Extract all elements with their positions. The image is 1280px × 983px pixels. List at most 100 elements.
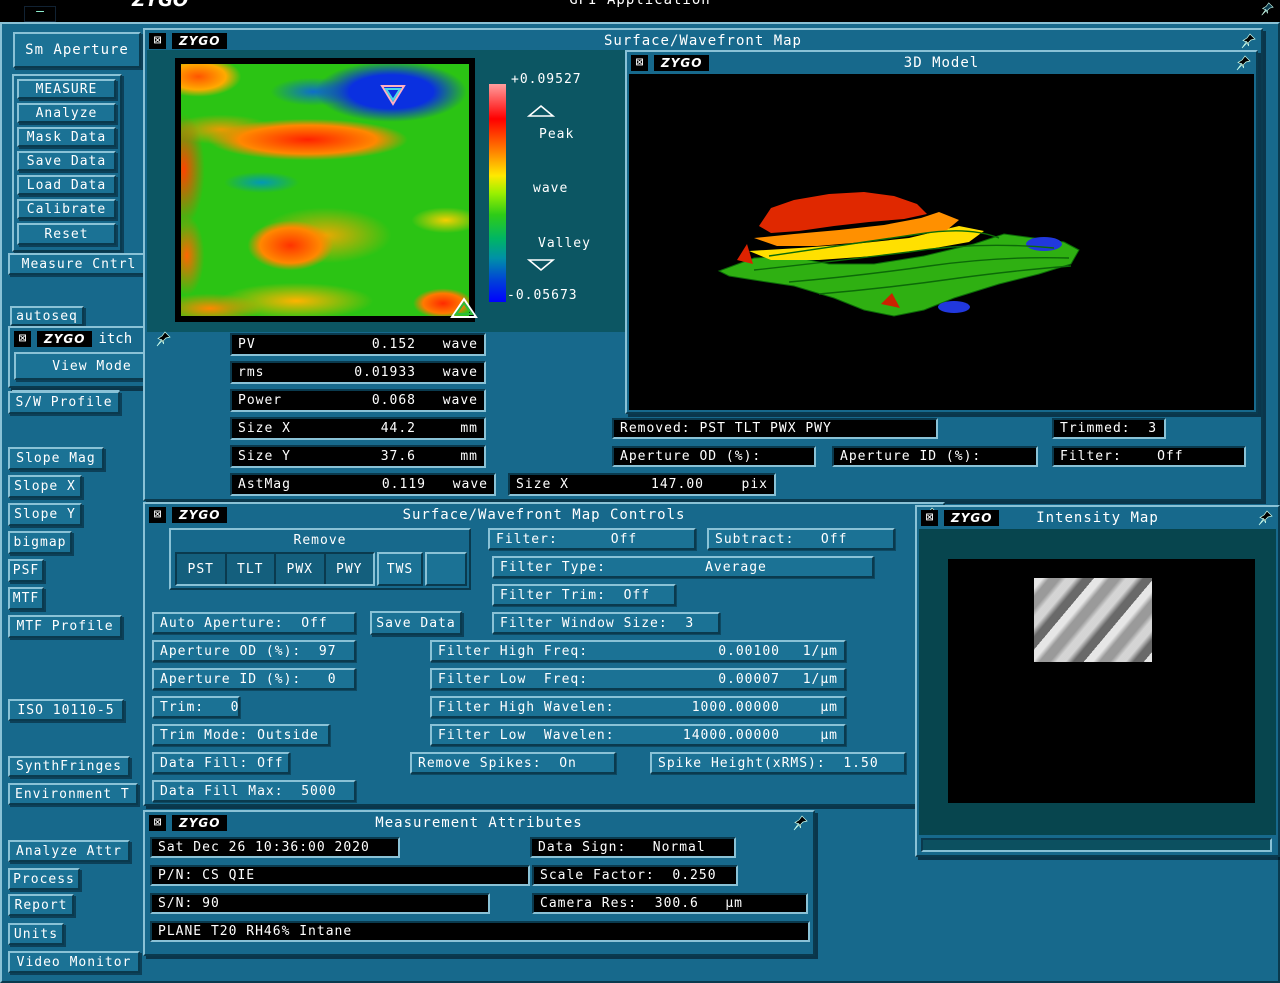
save-data-button[interactable]: Save Data [370, 611, 462, 635]
pin-icon[interactable] [792, 815, 808, 831]
measure-cntrl-button[interactable]: Measure Cntrl [8, 253, 150, 275]
close-icon[interactable]: ⊠ [149, 507, 166, 523]
data-fill-toggle[interactable]: Data Fill: Off [152, 752, 290, 774]
trim-input[interactable]: Trim: 0 [152, 696, 240, 718]
sidebar-item-process[interactable]: Process [8, 868, 80, 890]
remove-group-label: Remove [171, 530, 469, 552]
stitch-title: itch [98, 331, 132, 347]
mask-data-button[interactable]: Mask Data [17, 127, 116, 147]
autoseq-button[interactable]: autoseq [10, 306, 84, 326]
surface-map-titlebar[interactable]: ⊠ ZYGO Surface/Wavefront Map [145, 30, 1261, 52]
close-icon[interactable]: ⊠ [149, 815, 166, 831]
remove-pst-button[interactable]: PST [177, 554, 227, 584]
scale-min-label: -0.05673 [507, 288, 578, 303]
intensity-titlebar[interactable]: ⊠ ZYGO Intensity Map [917, 507, 1278, 529]
remove-blank-button[interactable] [425, 552, 467, 586]
zygo-logo: ZYGO [172, 33, 227, 49]
sidebar-item-units[interactable]: Units [8, 923, 64, 945]
pin-icon[interactable] [1235, 55, 1251, 71]
save-data-button[interactable]: Save Data [17, 151, 116, 171]
sidebar-item-analyze-attr[interactable]: Analyze Attr [8, 840, 130, 862]
peak-marker-icon [450, 297, 478, 319]
model3d-window: ⊠ ZYGO 3D Model [625, 50, 1258, 414]
sidebar-item-iso-10110-5[interactable]: ISO 10110-5 [8, 699, 124, 721]
remove-tlt-button[interactable]: TLT [227, 554, 277, 584]
remove-tws-button[interactable]: TWS [377, 552, 423, 586]
filter-high-freq-input[interactable]: Filter High Freq: 0.00100 1/µm [430, 640, 846, 662]
sidebar-item-slope-x[interactable]: Slope X [8, 475, 82, 498]
filter-window-field[interactable]: Filter Window Size: 3 [492, 612, 720, 634]
sidebar-item-synthfringes[interactable]: SynthFringes [8, 756, 130, 777]
filter-trim-toggle[interactable]: Filter Trim: Off [492, 584, 676, 606]
analyze-button[interactable]: Analyze [17, 103, 116, 123]
attributes-titlebar[interactable]: ⊠ ZYGO Measurement Attributes [145, 812, 813, 834]
stat-power: Power 0.068 wave [230, 389, 486, 412]
auto-aperture-toggle[interactable]: Auto Aperture: Off [152, 612, 356, 634]
pin-icon[interactable] [1257, 510, 1273, 526]
reset-button[interactable]: Reset [17, 223, 116, 245]
model3d-titlebar[interactable]: ⊠ ZYGO 3D Model [627, 52, 1256, 74]
color-scale-bar [489, 84, 506, 302]
sidebar-item-psf[interactable]: PSF [8, 559, 44, 582]
calibrate-button[interactable]: Calibrate [17, 199, 116, 219]
close-icon[interactable]: ⊠ [14, 331, 31, 347]
scale-max-label: +0.09527 [511, 72, 582, 87]
data-sign-field[interactable]: Data Sign: Normal [530, 837, 736, 858]
removed-field: Removed: PST TLT PWX PWY [612, 418, 938, 439]
camera-res-field[interactable]: Camera Res: 300.6 µm [532, 893, 808, 914]
sidebar-item-video-monitor[interactable]: Video Monitor [8, 951, 140, 973]
filter-type-field[interactable]: Filter Type: Average [492, 556, 874, 578]
controls-titlebar[interactable]: ⊠ ZYGO Surface/Wavefront Map Controls [145, 504, 943, 526]
aperture-od-input[interactable]: Aperture OD (%): 97 [152, 640, 356, 662]
intensity-bottom-groove [921, 838, 1272, 852]
filter-high-wavelen-input[interactable]: Filter High Wavelen: 1000.00000 µm [430, 696, 846, 718]
app-titlebar[interactable]: — ZYGO GPI Application [0, 0, 1280, 22]
measure-button[interactable]: MEASURE [17, 79, 116, 99]
peak-label: Peak [539, 127, 574, 142]
remove-pwy-button[interactable]: PWY [326, 554, 374, 584]
close-icon[interactable]: ⊠ [631, 55, 648, 71]
pin-icon[interactable] [1260, 2, 1274, 16]
attributes-title: Measurement Attributes [145, 815, 813, 831]
spike-height-input[interactable]: Spike Height(xRMS): 1.50 [650, 752, 906, 774]
trimmed-field: Trimmed: 3 [1052, 418, 1166, 439]
stat-size-y: Size Y 37.6 mm [230, 445, 486, 468]
scale-factor-field[interactable]: Scale Factor: 0.250 [532, 865, 738, 886]
stat-rms: rms 0.01933 wave [230, 361, 486, 384]
sidebar-item-mtf[interactable]: MTF [8, 587, 44, 610]
serial-number-field[interactable]: S/N: 90 [150, 893, 490, 914]
aperture-id-input[interactable]: Aperture ID (%): 0 [152, 668, 356, 690]
remove-pressed-group: PST TLT PWX PWY [175, 552, 375, 586]
sidebar-item-slope-mag[interactable]: Slope Mag [8, 447, 104, 470]
subtract-toggle[interactable]: Subtract: Off [707, 528, 895, 550]
filter-low-wavelen-input[interactable]: Filter Low Wavelen: 14000.00000 µm [430, 724, 846, 746]
zygo-logo: ZYGO [37, 331, 92, 347]
data-fill-max-input[interactable]: Data Fill Max: 5000 [152, 780, 356, 802]
sidebar-item-sw-profile[interactable]: S/W Profile [8, 391, 120, 414]
window-menu-button[interactable]: — [24, 6, 56, 22]
sidebar-item-slope-y[interactable]: Slope Y [8, 503, 82, 526]
filter-toggle[interactable]: Filter: Off [488, 528, 696, 550]
unit-label: wave [533, 181, 568, 196]
load-data-button[interactable]: Load Data [17, 175, 116, 195]
comment-field[interactable]: PLANE T20 RH46% Intane [150, 921, 810, 942]
remove-group: Remove PST TLT PWX PWY TWS [169, 528, 471, 590]
sm-aperture-button[interactable]: Sm Aperture [13, 32, 141, 68]
zygo-logo: ZYGO [944, 510, 999, 526]
pin-icon[interactable] [155, 331, 171, 347]
pin-icon[interactable] [1240, 33, 1256, 49]
remove-spikes-toggle[interactable]: Remove Spikes: On [410, 752, 616, 774]
sidebar-item-mtf-profile[interactable]: MTF Profile [8, 615, 122, 638]
part-number-field[interactable]: P/N: CS QIE [150, 865, 530, 886]
sidebar-item-environment[interactable]: Environment T [8, 783, 138, 805]
sidebar-item-report[interactable]: Report [8, 894, 74, 916]
app-title: GPI Application [0, 0, 1280, 8]
date-field[interactable]: Sat Dec 26 10:36:00 2020 [150, 837, 400, 858]
stat-pv: PV 0.152 wave [230, 333, 486, 356]
filter-low-freq-input[interactable]: Filter Low Freq: 0.00007 1/µm [430, 668, 846, 690]
remove-pwx-button[interactable]: PWX [276, 554, 326, 584]
close-icon[interactable]: ⊠ [921, 510, 938, 526]
close-icon[interactable]: ⊠ [149, 33, 166, 49]
trim-mode-toggle[interactable]: Trim Mode: Outside [152, 724, 330, 746]
sidebar-item-bigmap[interactable]: bigmap [8, 531, 72, 554]
